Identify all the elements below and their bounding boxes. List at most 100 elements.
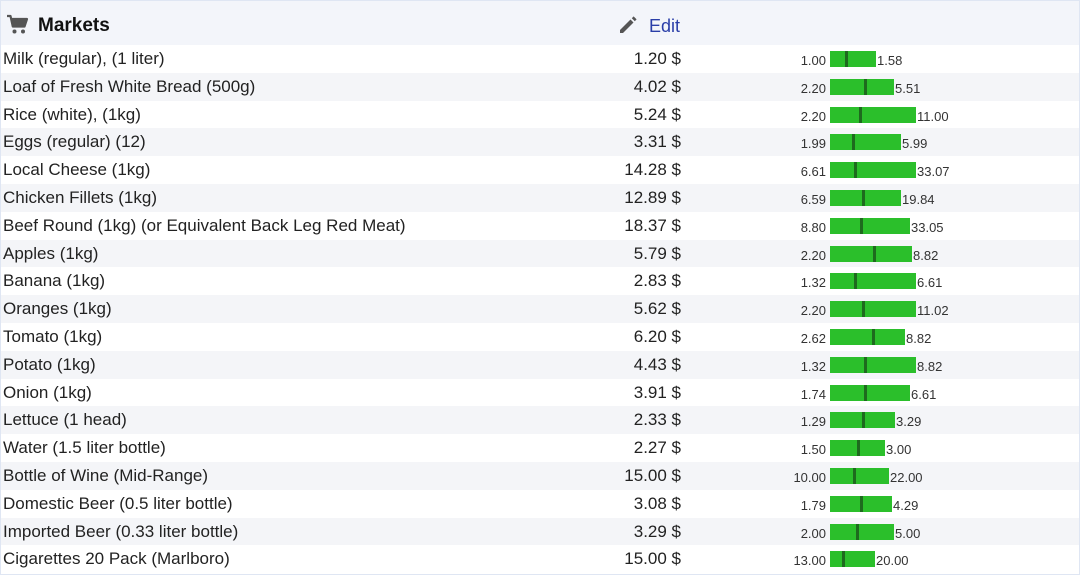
item-name: Potato (1kg) xyxy=(3,354,96,374)
current-price-marker xyxy=(853,467,856,484)
item-name: Water (1.5 liter bottle) xyxy=(3,438,166,458)
range-min: 6.59 xyxy=(800,191,826,207)
price-row: Loaf of Fresh White Bread (500g) 4.02 $ 2.… xyxy=(1,72,1079,101)
range-max: 6.61 xyxy=(917,275,943,291)
range-min: 1.00 xyxy=(800,53,826,68)
current-price-marker xyxy=(852,134,855,151)
current-price-marker xyxy=(862,412,865,429)
current-price-marker xyxy=(857,440,860,457)
price-row: Eggs (regular) (12) 3.31 $ 1.99 5.99 xyxy=(1,128,1079,157)
price-range-bar xyxy=(830,440,885,457)
item-name: Beef Round (1kg) (or Equivalent Back Leg… xyxy=(3,215,406,235)
price-row: Lettuce (1 head) 2.33 $ 1.29 3.29 xyxy=(1,406,1079,435)
price-list: Milk (regular), (1 liter) 1.20 $ 1.00 1.58 L… xyxy=(1,45,1079,573)
range-min: 1.32 xyxy=(800,358,826,374)
price-row: Potato (1kg) 4.43 $ 1.32 8.82 xyxy=(1,350,1079,379)
current-price-marker xyxy=(860,217,863,234)
price-row: Milk (regular), (1 liter) 1.20 $ 1.00 1.58 xyxy=(1,45,1079,73)
price-row: Imported Beer (0.33 liter bottle) 3.29 $ 2… xyxy=(1,517,1079,546)
range-max: 33.07 xyxy=(917,164,950,180)
price-row: Apples (1kg) 5.79 $ 2.20 8.82 xyxy=(1,239,1079,268)
item-name: Milk (regular), (1 liter) xyxy=(3,49,165,68)
current-price-marker xyxy=(845,51,848,67)
current-price-marker xyxy=(862,189,865,206)
edit-link[interactable]: Edit xyxy=(649,16,680,37)
current-price-marker xyxy=(854,162,857,179)
price-range-bar xyxy=(830,189,901,206)
item-price: 15.00 $ xyxy=(624,549,681,569)
pencil-icon[interactable] xyxy=(617,14,639,36)
range-max: 6.61 xyxy=(911,386,937,402)
price-range-bar xyxy=(830,467,889,484)
item-name: Oranges (1kg) xyxy=(3,299,112,319)
range-max: 33.05 xyxy=(911,219,944,235)
price-range-bar xyxy=(830,412,895,429)
range-min: 2.00 xyxy=(800,525,826,541)
item-price: 12.89 $ xyxy=(624,187,681,207)
price-row: Bottle of Wine (Mid-Range) 15.00 $ 10.00 22… xyxy=(1,461,1079,490)
item-price: 15.00 $ xyxy=(624,465,681,485)
price-range-bar xyxy=(830,384,910,401)
range-min: 2.20 xyxy=(800,247,826,263)
range-min: 1.32 xyxy=(800,275,826,291)
item-price: 6.20 $ xyxy=(633,326,681,346)
range-max: 4.29 xyxy=(893,497,919,513)
current-price-marker xyxy=(856,523,859,540)
item-price: 2.83 $ xyxy=(633,271,681,291)
item-name: Domestic Beer (0.5 liter bottle) xyxy=(3,493,233,513)
range-max: 19.84 xyxy=(902,191,935,207)
item-name: Onion (1kg) xyxy=(3,382,92,402)
current-price-marker xyxy=(862,301,865,318)
price-row: Tomato (1kg) 6.20 $ 2.62 8.82 xyxy=(1,323,1079,351)
item-price: 4.43 $ xyxy=(633,354,681,374)
item-price: 5.24 $ xyxy=(633,104,681,124)
current-price-marker xyxy=(864,78,867,95)
range-min: 1.50 xyxy=(800,442,826,458)
current-price-marker xyxy=(872,328,875,345)
price-range-bar xyxy=(830,301,916,318)
current-price-marker xyxy=(842,551,845,568)
item-price: 3.31 $ xyxy=(633,132,681,152)
range-min: 13.00 xyxy=(793,553,826,569)
range-max: 3.00 xyxy=(886,442,912,458)
item-price: 3.91 $ xyxy=(633,382,681,402)
current-price-marker xyxy=(873,245,876,262)
price-range-bar xyxy=(830,51,876,67)
price-row: Water (1.5 liter bottle) 2.27 $ 1.50 3.00 xyxy=(1,434,1079,462)
item-price: 4.02 $ xyxy=(633,76,681,96)
price-range-bar xyxy=(830,328,905,345)
range-max: 3.29 xyxy=(896,414,922,430)
price-row: Cigarettes 20 Pack (Marlboro) 15.00 $ 13.0… xyxy=(1,545,1079,573)
range-min: 1.79 xyxy=(800,497,826,513)
price-range-bar xyxy=(830,106,916,123)
item-name: Cigarettes 20 Pack (Marlboro) xyxy=(3,549,230,569)
item-name: Imported Beer (0.33 liter bottle) xyxy=(3,521,239,541)
item-name: Banana (1kg) xyxy=(3,271,106,291)
price-range-bar xyxy=(830,523,894,540)
price-range-bar xyxy=(830,217,910,234)
range-max: 5.99 xyxy=(902,136,928,152)
section-title: Markets xyxy=(38,15,110,36)
range-max: 5.51 xyxy=(895,80,921,96)
item-price: 2.27 $ xyxy=(633,438,681,458)
item-name: Bottle of Wine (Mid-Range) xyxy=(3,465,209,485)
item-price: 18.37 $ xyxy=(624,215,681,235)
item-name: Apples (1kg) xyxy=(3,243,99,263)
item-name: Loaf of Fresh White Bread (500g) xyxy=(3,76,256,96)
price-row: Chicken Fillets (1kg) 12.89 $ 6.59 19.84 xyxy=(1,183,1079,212)
current-price-marker xyxy=(859,106,862,123)
range-min: 2.20 xyxy=(800,303,826,319)
range-min: 10.00 xyxy=(793,469,826,485)
range-min: 1.29 xyxy=(800,414,826,430)
item-price: 2.33 $ xyxy=(633,410,681,430)
price-range-bar xyxy=(830,162,916,179)
item-price: 3.29 $ xyxy=(633,521,681,541)
price-row: Onion (1kg) 3.91 $ 1.74 6.61 xyxy=(1,379,1079,407)
range-max: 8.82 xyxy=(917,358,943,374)
range-max: 8.82 xyxy=(913,247,939,263)
price-range-bar xyxy=(830,134,901,151)
range-min: 2.20 xyxy=(800,108,826,124)
price-range-bar xyxy=(830,245,912,262)
markets-panel: Markets Edit Milk (regular), (1 liter) 1.… xyxy=(0,0,1080,575)
item-price: 3.08 $ xyxy=(633,493,681,513)
